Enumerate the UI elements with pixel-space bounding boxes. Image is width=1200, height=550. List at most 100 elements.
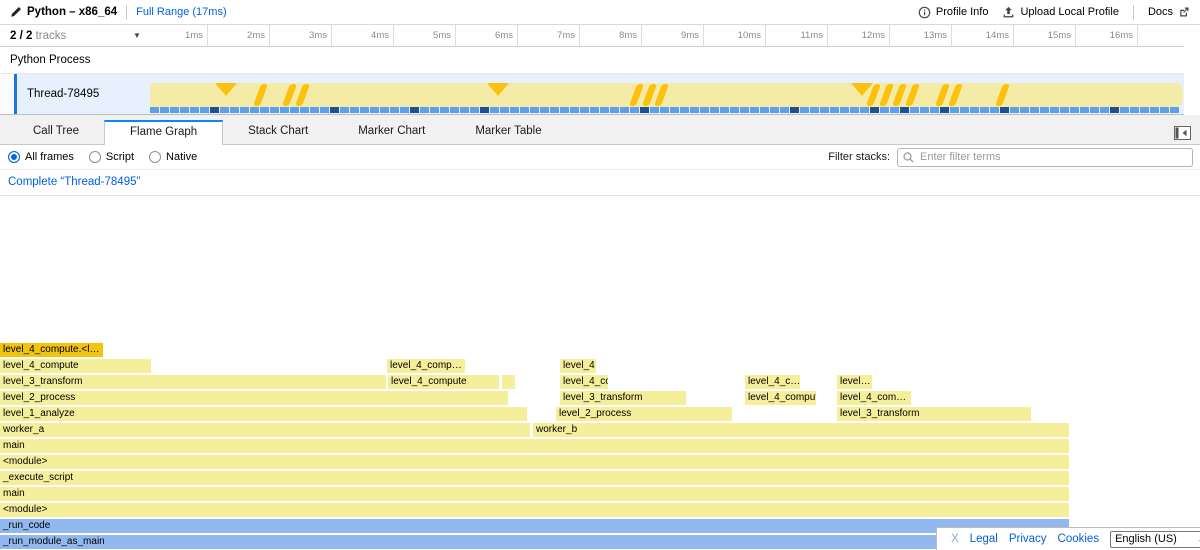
sample-segment	[790, 107, 799, 113]
process-track-label[interactable]: Python Process	[0, 47, 1184, 74]
sample-segment	[1050, 107, 1059, 113]
sample-segment	[1060, 107, 1069, 113]
flame-frame[interactable]: level…	[837, 375, 872, 389]
sample-segment	[1110, 107, 1119, 113]
ruler-tick: 1ms	[150, 25, 208, 46]
sample-segment	[1140, 107, 1149, 113]
profile-info-button[interactable]: Profile Info	[918, 6, 989, 19]
tab-bar: Call TreeFlame GraphStack ChartMarker Ch…	[0, 121, 1200, 145]
sample-segment	[260, 107, 269, 113]
sample-segment	[1080, 107, 1089, 113]
profile-title: Python – x86_64	[27, 6, 117, 18]
flame-frame[interactable]: level_4_c…	[745, 375, 800, 389]
upload-profile-button[interactable]: Upload Local Profile	[1002, 6, 1118, 19]
flame-frame[interactable]: level_4_comp…	[387, 359, 465, 373]
flame-frame[interactable]: level_1_analyze	[0, 407, 527, 421]
sample-segment	[730, 107, 739, 113]
flame-frame[interactable]: level_4…	[560, 359, 596, 373]
tab-stack-chart[interactable]: Stack Chart	[223, 120, 333, 144]
flame-frame[interactable]: level_3_transform	[0, 375, 386, 389]
sample-segment	[780, 107, 789, 113]
tab-marker-chart[interactable]: Marker Chart	[333, 120, 450, 144]
track-marker-slash	[295, 84, 310, 106]
flame-frame[interactable]: _execute_script	[0, 471, 1069, 485]
upload-icon	[1002, 6, 1015, 19]
docs-label: Docs	[1148, 6, 1173, 18]
sample-segment	[290, 107, 299, 113]
sample-segment	[630, 107, 639, 113]
privacy-link[interactable]: Privacy	[1009, 533, 1047, 545]
ruler-tick: 8ms	[580, 25, 642, 46]
flame-frame[interactable]: level_4_compute.<l…	[0, 343, 103, 357]
sample-segment	[500, 107, 509, 113]
ruler-tick: 3ms	[270, 25, 332, 46]
flame-frame[interactable]: main	[0, 487, 1069, 501]
language-select[interactable]: English (US)	[1110, 531, 1200, 548]
thread-activity-canvas[interactable]	[150, 74, 1184, 114]
sample-segment	[1130, 107, 1139, 113]
legal-link[interactable]: Legal	[970, 533, 998, 545]
track-marker-slash	[282, 84, 297, 106]
flame-frame[interactable]: <module>	[0, 455, 1069, 469]
sample-segment	[1010, 107, 1019, 113]
profile-name-button[interactable]: Python – x86_64	[10, 6, 117, 18]
flame-frame[interactable]: _run_code	[0, 519, 1069, 533]
sample-segment	[930, 107, 939, 113]
cookies-link[interactable]: Cookies	[1058, 533, 1100, 545]
thread-track-label[interactable]: Thread-78495	[17, 74, 150, 114]
timeline-ruler[interactable]: 1ms2ms3ms4ms5ms6ms7ms8ms9ms10ms11ms12ms1…	[150, 25, 1184, 47]
radio-script[interactable]: Script	[89, 151, 134, 163]
tracks-count[interactable]: 2 / 2 tracks	[10, 25, 66, 47]
filter-stacks-label: Filter stacks:	[828, 151, 890, 163]
footer-dismiss-button[interactable]: X	[951, 533, 959, 545]
sample-segment	[890, 107, 899, 113]
radio-native[interactable]: Native	[149, 151, 197, 163]
track-marker-slash	[892, 84, 907, 106]
tab-flame-graph[interactable]: Flame Graph	[104, 120, 223, 145]
sample-segment	[270, 107, 279, 113]
full-range-link[interactable]: Full Range (17ms)	[136, 6, 226, 18]
flame-frame[interactable]: level_2_process	[556, 407, 732, 421]
flame-frame[interactable]: main	[0, 439, 1069, 453]
sample-segment	[720, 107, 729, 113]
tracks-dropdown-icon[interactable]: ▼	[133, 25, 141, 47]
flame-graph-canvas[interactable]: level_4_compute.<l…level_4_computelevel_…	[0, 196, 1200, 550]
tab-call-tree[interactable]: Call Tree	[8, 120, 104, 144]
sample-segment	[460, 107, 469, 113]
flame-frame[interactable]: level_4_compute	[388, 375, 499, 389]
flame-frame[interactable]: level_4_compute	[0, 359, 151, 373]
sample-segment	[770, 107, 779, 113]
sample-segment	[620, 107, 629, 113]
flame-frame[interactable]: level_2_process	[0, 391, 508, 405]
flame-frame[interactable]: level_4_com…	[837, 391, 911, 405]
sample-segment	[310, 107, 319, 113]
sample-segment	[370, 107, 379, 113]
sidebar-toggle-icon[interactable]	[1174, 126, 1191, 143]
flame-frame[interactable]: level_4_compute	[745, 391, 816, 405]
sample-segment	[1020, 107, 1029, 113]
breadcrumb-row: Complete “Thread-78495”	[0, 170, 1200, 196]
sample-segment	[900, 107, 909, 113]
flame-frame[interactable]	[502, 375, 515, 389]
breadcrumb[interactable]: Complete “Thread-78495”	[8, 170, 140, 195]
external-link-icon	[1178, 6, 1190, 18]
flame-frame[interactable]: level_4_co…	[560, 375, 608, 389]
flame-frame[interactable]: <module>	[0, 503, 1069, 517]
sample-segment	[580, 107, 589, 113]
sample-segment	[440, 107, 449, 113]
flame-frame[interactable]: worker_a	[0, 423, 530, 437]
flame-frame[interactable]: _run_module_as_main	[0, 535, 1069, 549]
sample-segment	[910, 107, 919, 113]
sample-segment	[1040, 107, 1049, 113]
flame-frame[interactable]: level_3_transform	[560, 391, 686, 405]
filter-stacks-input[interactable]	[897, 148, 1193, 167]
radio-all-frames[interactable]: All frames	[8, 151, 74, 163]
sample-segment	[160, 107, 169, 113]
sample-segment	[800, 107, 809, 113]
ruler-tick: 10ms	[704, 25, 766, 46]
flame-frame[interactable]: worker_b	[533, 423, 1069, 437]
flame-frame[interactable]: level_3_transform	[837, 407, 1031, 421]
sample-segment	[570, 107, 579, 113]
tab-marker-table[interactable]: Marker Table	[450, 120, 566, 144]
docs-button[interactable]: Docs	[1148, 6, 1190, 18]
